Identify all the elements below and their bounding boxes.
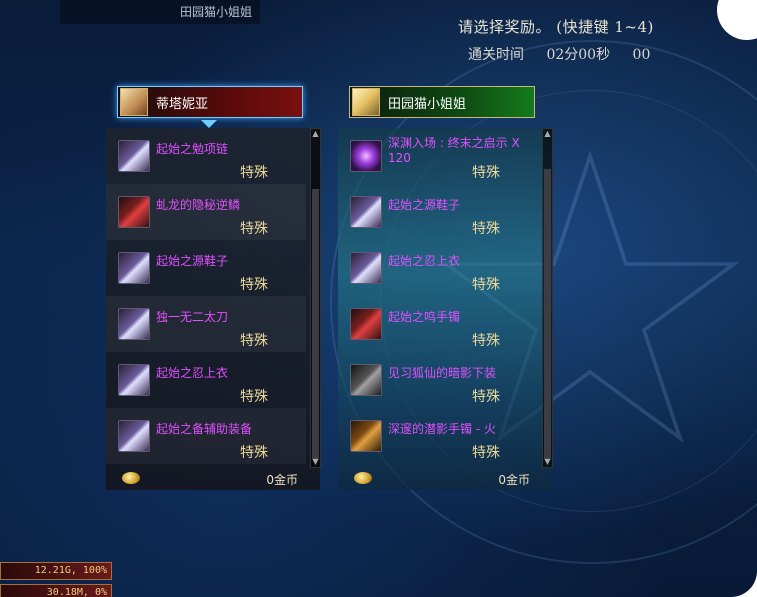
- abyss-ticket-icon: [350, 140, 382, 172]
- support-equip-icon: [118, 420, 150, 452]
- bracelet-icon: [350, 308, 382, 340]
- item-tag: 特殊: [240, 221, 268, 237]
- item-name: 起始之鸣手镯: [388, 310, 461, 324]
- shoes-icon: [118, 252, 150, 284]
- item-tag: 特殊: [240, 333, 268, 349]
- right-player-name: 田园猫小姐姐: [388, 96, 467, 112]
- fire-bracelet-icon: [350, 420, 382, 452]
- item-name: 起始之备辅助装备: [156, 422, 253, 436]
- reward-item[interactable]: 起始之鸣手镯 特殊: [338, 296, 538, 352]
- gold-coin-icon: [354, 472, 372, 484]
- item-tag: 特殊: [240, 389, 268, 405]
- right-player-header[interactable]: 田园猫小姐姐: [349, 86, 535, 118]
- item-name: 深邃的潜影手镯 - 火: [388, 422, 496, 436]
- reward-item[interactable]: 起始之源鞋子 特殊: [106, 240, 306, 296]
- item-name: 起始之忍上衣: [156, 366, 229, 380]
- reward-item[interactable]: 深邃的潜影手镯 - 火 特殊: [338, 408, 538, 464]
- item-name: 起始之忍上衣: [388, 254, 461, 268]
- item-name: 起始之源鞋子: [388, 198, 461, 212]
- reward-item[interactable]: 起始之忍上衣 特殊: [338, 240, 538, 296]
- top-status-bar: 田园猫小姐姐: [60, 0, 260, 24]
- reward-item[interactable]: 起始之备辅助装备 特殊: [106, 408, 306, 464]
- item-name: 起始之源鞋子: [156, 254, 229, 268]
- item-tag: 特殊: [240, 277, 268, 293]
- scroll-thumb[interactable]: [312, 189, 319, 459]
- reward-prompt: 请选择奖励。 (快捷键 1~4): [458, 18, 654, 36]
- item-tag: 特殊: [240, 165, 268, 181]
- player-avatar-icon: [352, 88, 380, 116]
- right-reward-list: 深渊入场 : 终末之启示 X 120 特殊 起始之源鞋子 特殊 起始之忍上衣 特…: [338, 128, 553, 490]
- item-tag: 特殊: [472, 165, 500, 181]
- coat-icon: [350, 252, 382, 284]
- item-name: 虬龙的隐秘逆鳞: [156, 198, 241, 212]
- katana-icon: [118, 308, 150, 340]
- right-gold-row: 0金币: [338, 466, 552, 490]
- scroll-up-icon[interactable]: ▲: [543, 129, 552, 139]
- clear-time-label: 通关时间: [468, 47, 524, 63]
- reward-item[interactable]: 深渊入场 : 终末之启示 X 120 特殊: [338, 128, 538, 184]
- item-tag: 特殊: [472, 389, 500, 405]
- topbar-player-name: 田园猫小姐姐: [180, 5, 253, 19]
- selected-caret-icon: [201, 120, 217, 128]
- item-tag: 特殊: [472, 221, 500, 237]
- left-gold-amount: 0金币: [266, 473, 298, 487]
- item-tag: 特殊: [472, 445, 500, 461]
- reward-screen: 田园猫小姐姐 请选择奖励。 (快捷键 1~4) 通关时间 02分00秒 00 蒂…: [0, 0, 757, 597]
- gold-coin-icon: [122, 472, 140, 484]
- left-player-header[interactable]: 蒂塔妮亚: [117, 86, 303, 118]
- scroll-thumb[interactable]: [544, 169, 551, 459]
- player-avatar-icon: [120, 88, 148, 116]
- item-name: 深渊入场 : 终末之启示 X 120: [388, 136, 520, 165]
- reward-item[interactable]: 起始之忍上衣 特殊: [106, 352, 306, 408]
- clear-time-ms: 00: [632, 47, 651, 63]
- scroll-up-icon[interactable]: ▲: [311, 129, 320, 139]
- shoes-icon: [350, 196, 382, 228]
- item-name: 起始之勉项链: [156, 142, 229, 156]
- left-reward-list: 起始之勉项链 特殊 虬龙的隐秘逆鳞 特殊 起始之源鞋子 特殊 独一无二太刀 特殊…: [106, 128, 321, 490]
- item-name: 见习狐仙的暗影下装: [388, 366, 497, 380]
- left-player-name: 蒂塔妮亚: [156, 96, 209, 112]
- necklace-icon: [118, 140, 150, 172]
- clear-time: 通关时间 02分00秒 00: [468, 44, 668, 64]
- dragon-scale-icon: [118, 196, 150, 228]
- reward-item[interactable]: 见习狐仙的暗影下装 特殊: [338, 352, 538, 408]
- pants-icon: [350, 364, 382, 396]
- network-stat: 30.18M, 0%: [0, 584, 112, 597]
- item-name: 独一无二太刀: [156, 310, 229, 324]
- left-scrollbar[interactable]: ▲ ▼: [310, 128, 321, 468]
- item-tag: 特殊: [472, 333, 500, 349]
- memory-stat: 12.21G, 100%: [0, 562, 112, 580]
- right-scrollbar[interactable]: ▲ ▼: [542, 128, 553, 468]
- reward-item[interactable]: 虬龙的隐秘逆鳞 特殊: [106, 184, 306, 240]
- right-gold-amount: 0金币: [498, 473, 530, 487]
- item-tag: 特殊: [472, 277, 500, 293]
- reward-item[interactable]: 起始之源鞋子 特殊: [338, 184, 538, 240]
- coat-icon: [118, 364, 150, 396]
- clear-time-minsec: 02分00秒: [546, 47, 611, 63]
- item-tag: 特殊: [240, 445, 268, 461]
- reward-item[interactable]: 起始之勉项链 特殊: [106, 128, 306, 184]
- reward-item[interactable]: 独一无二太刀 特殊: [106, 296, 306, 352]
- left-gold-row: 0金币: [106, 466, 320, 490]
